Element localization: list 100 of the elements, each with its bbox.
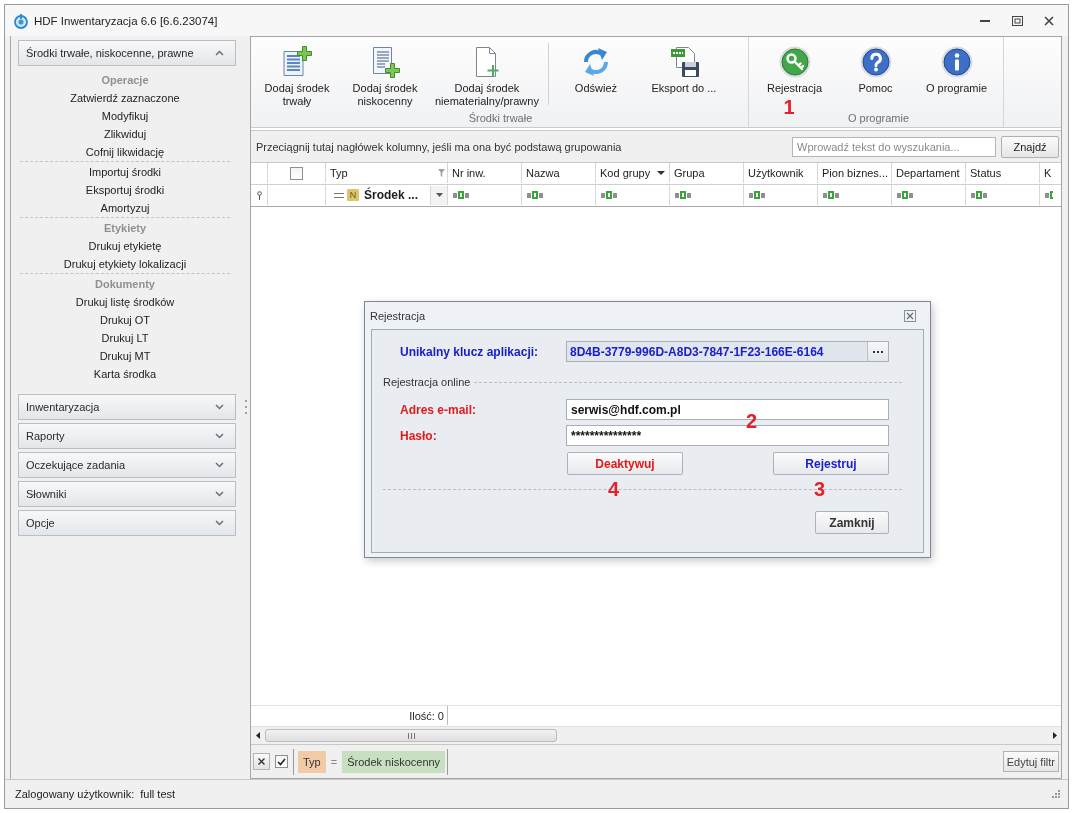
close-icon — [258, 758, 265, 765]
sidebar-item[interactable]: Drukuj etykiety lokalizacji — [63, 255, 187, 273]
clear-filter-button[interactable] — [253, 753, 270, 770]
close-icon — [1044, 15, 1054, 26]
checkmark-icon — [277, 757, 286, 766]
annotation-number: 1 — [783, 97, 795, 117]
chevron-icon — [215, 462, 224, 468]
text-filter-icon[interactable] — [749, 191, 765, 199]
sidebar-item[interactable]: Drukuj LT — [101, 329, 149, 347]
column-header[interactable]: Departament — [892, 163, 965, 183]
type-badge: N — [347, 189, 359, 201]
text-filter-icon[interactable] — [453, 191, 469, 199]
sidebar-item[interactable]: Drukuj MT — [99, 347, 151, 365]
grip-icon — [407, 732, 415, 739]
group-header[interactable]: Raporty — [18, 423, 236, 449]
section-title: Rejestracja online — [383, 376, 471, 388]
group-header[interactable]: Słowniki — [18, 481, 236, 507]
group-header[interactable]: Opcje — [18, 510, 236, 536]
resize-grip-icon[interactable] — [1052, 790, 1060, 798]
action-button[interactable]: Rejestruj — [773, 452, 889, 475]
text-filter-icon[interactable] — [675, 191, 691, 199]
ribbon-group-label: O programie — [847, 111, 910, 126]
window-title: HDF Inwentaryzacja 6.6 [6.6.23074] — [34, 14, 218, 27]
ribbon-button[interactable]: Dodaj środek niskocenny — [341, 37, 429, 109]
column-header[interactable]: Grupa — [670, 163, 743, 183]
column-header[interactable]: Użytkownik — [744, 163, 817, 183]
dialog-title: Rejestracja — [370, 309, 426, 322]
filter-value[interactable]: Środek niskocenny — [342, 750, 446, 773]
group-header[interactable]: Środki trwałe, niskocenne, prawne — [18, 40, 236, 66]
field-label: Hasło: — [400, 428, 438, 443]
sidebar-item[interactable]: Drukuj OT — [99, 311, 151, 329]
text-filter-icon[interactable] — [897, 191, 913, 199]
sidebar-item[interactable]: Importuj środki — [88, 163, 162, 181]
help-icon — [859, 46, 892, 78]
sidebar-item[interactable]: Eksportuj środki — [85, 181, 165, 199]
sidebar-item[interactable]: Amortyzuj — [100, 199, 150, 217]
column-header[interactable]: Typ — [326, 163, 447, 183]
sidebar-item[interactable]: Cofnij likwidację — [85, 143, 165, 161]
sidebar-item[interactable]: Drukuj listę środków — [75, 293, 175, 311]
select-all-checkbox[interactable] — [290, 166, 303, 180]
filter-field[interactable]: Typ — [298, 750, 326, 773]
action-button[interactable]: Deaktywuj — [567, 452, 683, 475]
document-add-icon — [281, 46, 313, 78]
ribbon-button[interactable]: Odśwież — [551, 37, 640, 109]
filter-icon[interactable] — [438, 169, 445, 177]
annotation-number: 4 — [608, 479, 620, 499]
column-header[interactable]: Kod grupy — [596, 163, 669, 183]
filter-expression[interactable]: Typ = Środek niskocenny — [293, 748, 449, 775]
group-by-hint: Przeciągnij tutaj nagłówek kolumny, jeśli ma ona być podstawą grupowania — [256, 140, 622, 153]
filter-checkbox[interactable] — [275, 755, 288, 768]
sidebar-item[interactable]: Modyfikuj — [101, 107, 149, 125]
field-label: Adres e-mail: — [400, 402, 478, 417]
group-header[interactable]: Inwentaryzacja — [18, 394, 236, 420]
text-filter-icon[interactable] — [971, 191, 987, 199]
key-field[interactable]: 8D4B-3779-996D-A8D3-7847-1F23-166E-6164 — [566, 341, 889, 362]
text-filter-icon[interactable] — [1045, 191, 1053, 199]
column-header[interactable]: Status — [966, 163, 1039, 183]
filter-row-icon — [256, 190, 262, 200]
chevron-icon — [215, 404, 224, 410]
filter-operator: = — [330, 755, 338, 768]
text-filter-icon[interactable] — [601, 191, 617, 199]
column-header[interactable]: Nazwa — [522, 163, 595, 183]
dialog-close-button[interactable] — [903, 308, 917, 323]
section-heading: Etykiety — [103, 221, 147, 236]
text-filter-icon[interactable] — [823, 191, 839, 199]
group-header[interactable]: Oczekujące zadania — [18, 452, 236, 478]
restore-icon — [1011, 15, 1023, 26]
ribbon-button[interactable]: Eksport do ... — [639, 37, 728, 109]
equals-icon — [334, 192, 344, 198]
ribbon-button[interactable]: Dodaj środek trwały — [253, 37, 341, 109]
ribbon-button[interactable]: O programie — [916, 37, 997, 109]
chevron-icon — [215, 491, 224, 497]
sidebar-item[interactable]: Zatwierdź zaznaczone — [70, 89, 180, 107]
browse-button[interactable] — [867, 342, 888, 361]
sidebar-item[interactable]: Zlikwiduj — [103, 125, 147, 143]
sidebar-item[interactable]: Karta środka — [93, 365, 157, 383]
ribbon-button[interactable]: Pomoc — [835, 37, 916, 109]
ellipsis-icon — [873, 350, 883, 353]
chevron-icon — [215, 520, 224, 526]
ribbon-button[interactable]: Dodaj środek niematerialny/prawny — [429, 37, 545, 109]
column-header[interactable]: K — [1040, 163, 1061, 183]
close-icon — [904, 309, 916, 322]
text-filter-icon[interactable] — [527, 191, 543, 199]
edit-filter-button[interactable]: Edytuj filtr — [1002, 751, 1059, 772]
scroll-right-icon[interactable] — [1053, 732, 1057, 739]
status-user: full test — [140, 788, 176, 800]
search-field[interactable]: Wprowadź tekst do wyszukania... — [792, 136, 996, 157]
sidebar-item[interactable]: Drukuj etykietę — [88, 237, 162, 255]
column-header[interactable]: Pion biznes... — [818, 163, 891, 183]
column-header[interactable]: Nr inw. — [448, 163, 521, 183]
find-button[interactable]: Znajdź — [1001, 135, 1059, 158]
scroll-left-icon[interactable] — [256, 732, 260, 739]
close-dialog-button[interactable]: Zamknij — [815, 511, 889, 534]
filter-value[interactable]: Środek ... — [364, 188, 419, 202]
chevron-icon — [215, 433, 224, 439]
app-logo-icon — [13, 12, 29, 29]
dropdown-button[interactable] — [430, 185, 447, 205]
key-icon — [778, 46, 811, 78]
minimize-icon — [980, 19, 990, 22]
scroll-thumb[interactable] — [265, 729, 557, 742]
